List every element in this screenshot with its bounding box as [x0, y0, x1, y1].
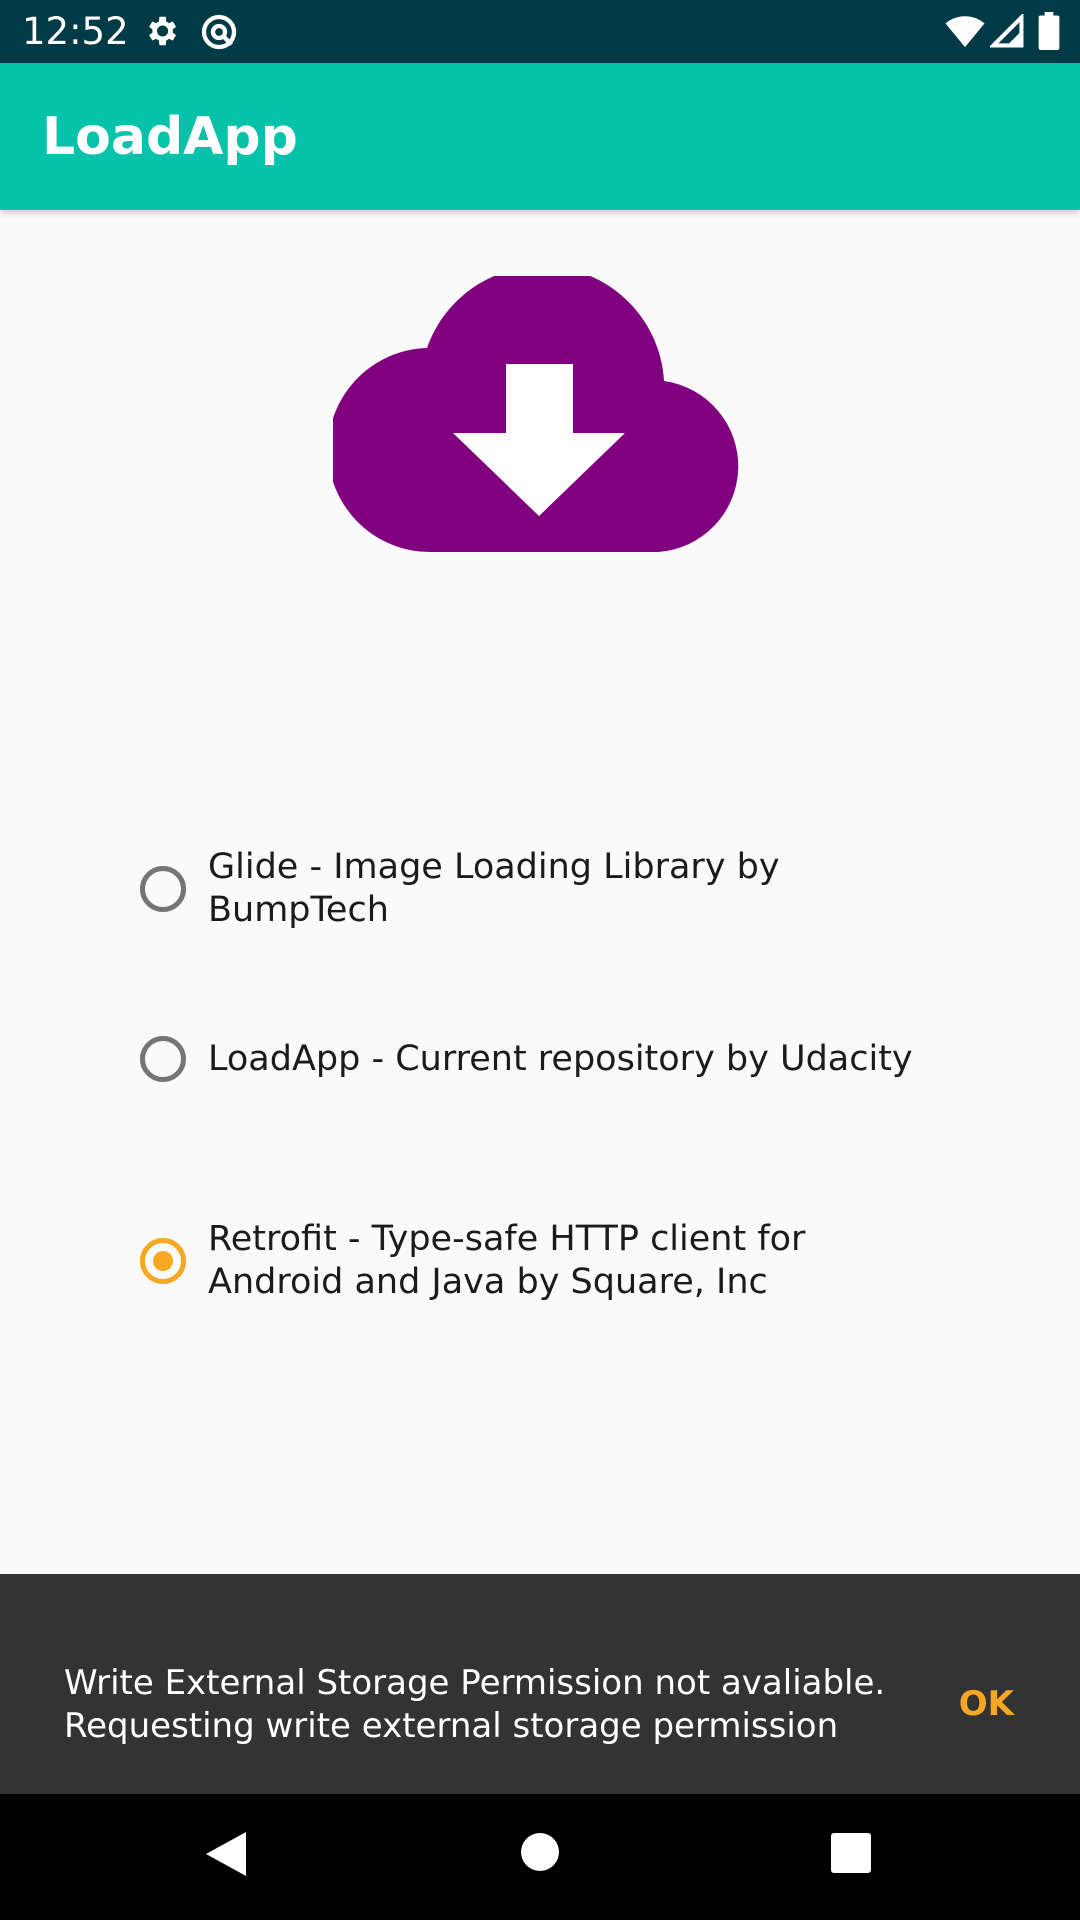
screen: 12:52 LoadApp Glide - Image Loading Libr… [0, 0, 1080, 1920]
radio-selected-dot [153, 1251, 173, 1271]
radio-label[interactable]: Retrofit - Type-safe HTTP client for And… [208, 1218, 930, 1304]
radio-option-glide[interactable]: Glide - Image Loading Library by BumpTec… [140, 846, 960, 932]
status-time: 12:52 [22, 10, 129, 53]
radio-button-unchecked[interactable] [140, 866, 186, 912]
app-title: LoadApp [42, 107, 298, 167]
status-bar: 12:52 [0, 0, 1080, 63]
navigation-bar [0, 1794, 1080, 1920]
back-icon[interactable] [204, 1829, 248, 1884]
recents-icon[interactable] [831, 1833, 871, 1878]
snackbar: Write External Storage Permission not av… [0, 1574, 1080, 1794]
battery-icon [1038, 12, 1060, 55]
snackbar-ok-button[interactable]: OK [959, 1684, 1014, 1724]
radio-option-retrofit[interactable]: Retrofit - Type-safe HTTP client for And… [140, 1218, 930, 1304]
radio-button-checked[interactable] [140, 1238, 186, 1284]
home-icon[interactable] [520, 1832, 560, 1877]
app-bar: LoadApp [0, 63, 1080, 210]
radio-label[interactable]: LoadApp - Current repository by Udacity [208, 1038, 913, 1081]
wifi-icon [944, 14, 986, 53]
at-sign-icon [199, 12, 239, 57]
settings-icon [142, 12, 180, 55]
radio-label[interactable]: Glide - Image Loading Library by BumpTec… [208, 846, 960, 932]
cellular-signal-icon [988, 12, 1024, 53]
cloud-download-icon [327, 266, 746, 554]
snackbar-message: Write External Storage Permission not av… [64, 1662, 894, 1748]
snackbar-message-line-2: Requesting write external storage permis… [64, 1706, 839, 1746]
snackbar-message-line-1: Write External Storage Permission not av… [64, 1663, 886, 1703]
radio-button-unchecked[interactable] [140, 1036, 186, 1082]
radio-option-loadapp[interactable]: LoadApp - Current repository by Udacity [140, 1036, 960, 1082]
